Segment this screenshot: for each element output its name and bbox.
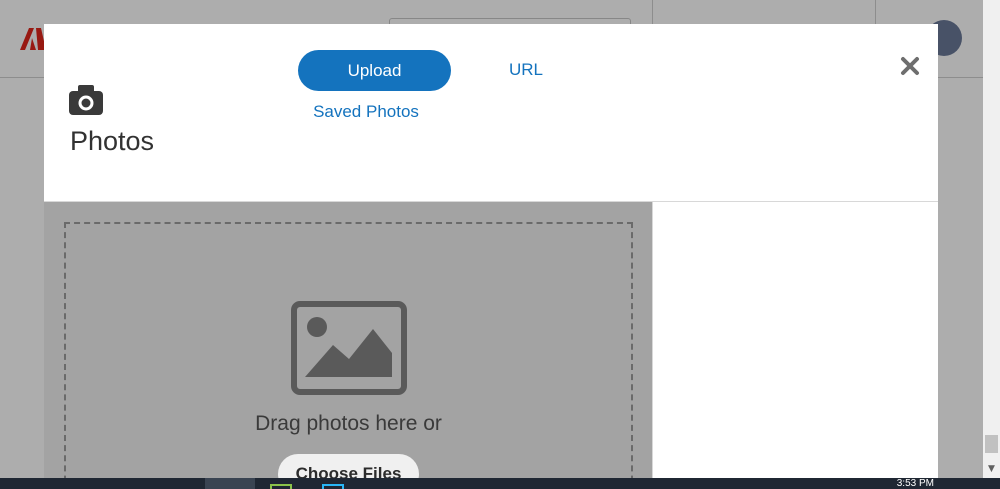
camera-icon [69,85,103,115]
tab-upload[interactable]: Upload [298,50,451,91]
taskbar: 3:53 PM [0,478,1000,489]
tab-saved-photos[interactable]: Saved Photos [294,102,438,122]
taskbar-app-icon[interactable] [322,484,344,489]
choose-files-button[interactable]: Choose Files [278,454,419,478]
scroll-down-arrow-icon[interactable]: ▼ [983,461,1000,478]
modal-header: Photos Upload URL Saved Photos [44,24,938,202]
page-scrollbar[interactable]: ▼ [983,0,1000,478]
tab-url[interactable]: URL [474,60,578,80]
close-icon[interactable] [896,52,924,80]
taskbar-app-icon[interactable] [270,484,292,489]
dropzone-instruction: Drag photos here or [255,412,442,435]
photo-dropzone[interactable]: Drag photos here or Choose Files [64,222,633,478]
scrollbar-thumb[interactable] [985,435,998,453]
image-icon [291,301,407,395]
upload-area: Drag photos here or Choose Files [44,202,652,478]
preview-panel [652,202,938,478]
taskbar-clock: 3:53 PM [896,478,934,489]
modal-title: Photos [70,126,155,156]
taskbar-active-app[interactable] [205,478,255,489]
photos-modal: Photos Upload URL Saved Photos Drag phot… [44,24,938,478]
